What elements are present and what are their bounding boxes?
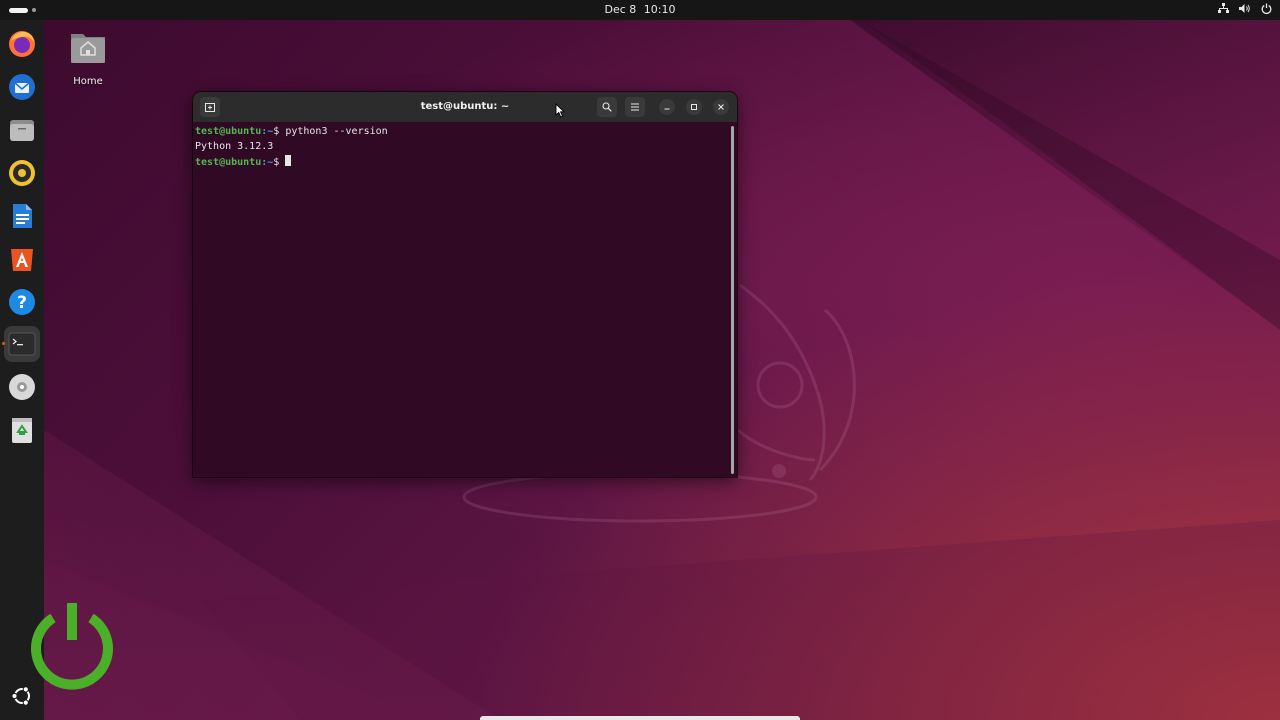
desktop-home-folder[interactable]: Home xyxy=(66,30,110,87)
desktop-home-label: Home xyxy=(73,76,103,87)
command-output: Python 3.12.3 xyxy=(195,140,274,152)
clock[interactable]: Dec 8 10:10 xyxy=(0,3,1280,16)
terminal-title: test@ubuntu: ~ xyxy=(420,101,510,112)
dock-trash[interactable] xyxy=(4,412,40,448)
terminal-line: test@ubuntu:~$ python3 --version xyxy=(195,125,735,140)
maximize-button[interactable] xyxy=(686,99,702,115)
dock-files[interactable] xyxy=(4,112,40,148)
dock-writer[interactable] xyxy=(4,198,40,234)
home-folder-icon xyxy=(71,34,105,63)
terminal-icon xyxy=(8,332,36,356)
mouse-pointer-icon xyxy=(555,103,565,118)
close-icon xyxy=(718,104,724,110)
help-icon: ? xyxy=(9,289,35,315)
files-icon xyxy=(10,120,34,141)
terminal-titlebar[interactable]: test@ubuntu: ~ xyxy=(193,92,737,122)
running-indicator xyxy=(2,342,5,345)
power-icon xyxy=(31,603,113,690)
terminal-window[interactable]: test@ubuntu: ~ test@ubuntu:~$ python3 --… xyxy=(193,92,737,477)
menu-button[interactable] xyxy=(625,97,645,117)
bottom-panel-edge xyxy=(480,716,800,720)
dock-rhythmbox[interactable] xyxy=(4,155,40,191)
thunderbird-icon xyxy=(9,74,35,100)
system-tray[interactable] xyxy=(1218,3,1272,14)
dock-terminal[interactable] xyxy=(4,326,40,362)
dock-help[interactable]: ? xyxy=(4,284,40,320)
close-button[interactable] xyxy=(713,99,729,115)
clock-date: Dec 8 xyxy=(604,3,637,16)
firefox-icon xyxy=(9,31,35,57)
dock-app-center[interactable] xyxy=(4,241,40,277)
app-center-icon xyxy=(11,249,33,271)
minimize-icon xyxy=(664,108,670,110)
dock-firefox[interactable] xyxy=(4,26,40,62)
rhythmbox-icon xyxy=(9,160,35,186)
svg-text:?: ? xyxy=(17,293,27,313)
disc-icon xyxy=(9,374,35,400)
terminal-scrollbar[interactable] xyxy=(731,126,734,474)
maximize-icon xyxy=(691,104,697,110)
power-icon xyxy=(1261,3,1272,14)
command-text: python3 --version xyxy=(279,126,388,137)
search-button[interactable] xyxy=(597,97,617,117)
search-icon xyxy=(602,102,612,112)
prompt-user: test@ubuntu xyxy=(195,156,262,168)
terminal-line: test@ubuntu:~$ xyxy=(195,154,735,170)
prompt-path: :~ xyxy=(261,156,274,168)
terminal-output[interactable]: test@ubuntu:~$ python3 --version Python … xyxy=(193,122,737,477)
prompt-user: test@ubuntu xyxy=(195,126,262,137)
volume-icon xyxy=(1239,4,1250,13)
terminal-line: Python 3.12.3 xyxy=(195,140,735,155)
minimize-button[interactable] xyxy=(659,99,675,115)
clock-time: 10:10 xyxy=(643,3,676,16)
writer-icon xyxy=(13,204,32,228)
text-cursor xyxy=(285,154,292,166)
network-icon xyxy=(1218,3,1229,13)
hamburger-menu-icon xyxy=(631,103,639,111)
dock-thunderbird[interactable] xyxy=(4,69,40,105)
prompt-path: :~ xyxy=(261,126,274,137)
top-bar: Dec 8 10:10 xyxy=(0,0,1280,20)
trash-icon xyxy=(12,418,32,443)
dock-disc[interactable] xyxy=(4,369,40,405)
